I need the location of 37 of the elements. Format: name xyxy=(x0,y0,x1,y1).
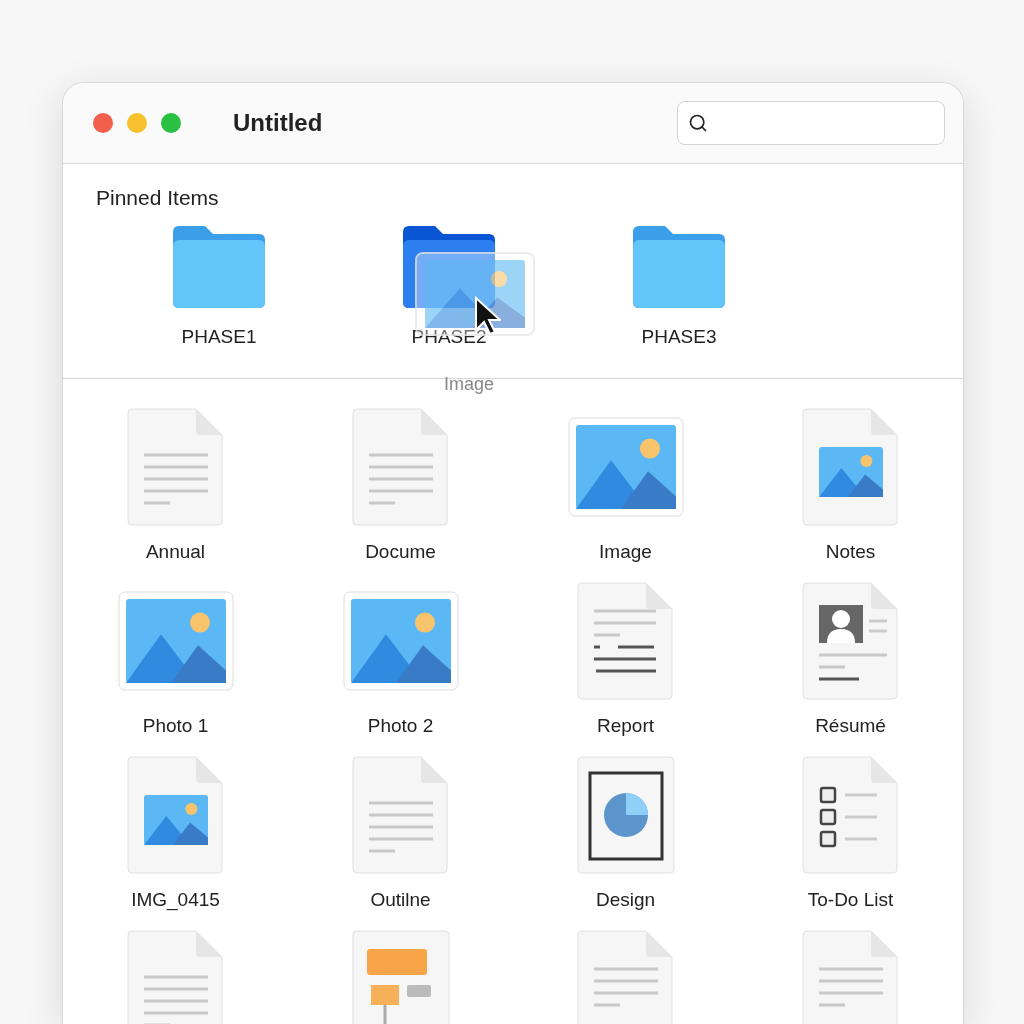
file-label: Résumé xyxy=(815,715,886,737)
folder-label: PHASE3 xyxy=(641,326,717,348)
design-icon[interactable] xyxy=(575,755,676,875)
image-icon[interactable] xyxy=(567,417,684,517)
file-label: Photo 1 xyxy=(142,715,209,737)
drag-label: Image xyxy=(444,374,495,395)
file-label: Outilne xyxy=(370,889,431,911)
file-label: Design xyxy=(595,889,656,911)
report-icon[interactable] xyxy=(575,581,676,701)
file-label: Photo 2 xyxy=(367,715,434,737)
checklist-icon[interactable] xyxy=(800,755,901,875)
search-field[interactable] xyxy=(677,101,945,145)
file-label: Annual xyxy=(145,541,206,563)
flowchart-icon[interactable] xyxy=(350,929,451,1024)
window-title: Untitled xyxy=(233,109,324,137)
document-icon[interactable] xyxy=(350,407,451,527)
folder-label: PHASE2 xyxy=(411,326,487,348)
file-label: Notes xyxy=(825,541,876,563)
folder-label: PHASE1 xyxy=(181,326,257,348)
zoom-button[interactable] xyxy=(161,113,181,133)
resume-icon[interactable] xyxy=(800,581,901,701)
document-icon[interactable] xyxy=(350,755,451,875)
file-label: Docume xyxy=(365,541,436,563)
file-label: Image xyxy=(599,541,652,563)
section-heading: Pinned Items xyxy=(96,186,220,210)
image-icon[interactable] xyxy=(342,591,459,691)
close-button[interactable] xyxy=(93,113,113,133)
document-icon[interactable] xyxy=(125,407,226,527)
image-icon[interactable] xyxy=(117,591,234,691)
file-label: Report xyxy=(597,715,654,737)
image-document-icon[interactable] xyxy=(800,407,901,527)
search-icon xyxy=(688,113,708,133)
file-label: IMG_0415 xyxy=(131,889,220,911)
document-icon[interactable] xyxy=(125,929,226,1024)
file-label: To-Do List xyxy=(807,889,894,911)
image-document-icon[interactable] xyxy=(125,755,226,875)
minimize-button[interactable] xyxy=(127,113,147,133)
